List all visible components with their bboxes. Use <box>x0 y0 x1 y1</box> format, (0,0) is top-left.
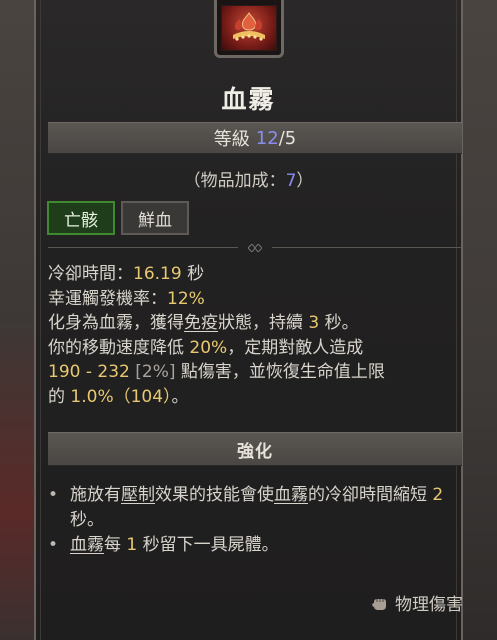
skill-description: 冷卻時間：16.19 秒 幸運觸發機率：12% 化身為血霧，獲得免疫狀態，持續 … <box>48 262 460 409</box>
list-item: • 施放有壓制效果的技能會使血霧的冷卻時間縮短 2 秒。 <box>48 485 444 530</box>
desc-line-3: 190 - 232 [2%] 點傷害，並恢復生命值上限 <box>48 362 385 382</box>
item-bonus-line: （物品加成：7） <box>183 171 314 191</box>
physical-damage-fist-icon <box>372 598 386 610</box>
tag-blood[interactable]: 鮮血 <box>121 201 189 235</box>
background-right-scenery <box>463 0 497 640</box>
enhancement-header: 強化 <box>48 432 462 466</box>
skill-level-bar: 等級 12 /5 <box>48 122 462 154</box>
desc-line-2: 你的移動速度降低 20%，定期對敵人造成 <box>48 337 364 358</box>
level-max: /5 <box>278 127 297 149</box>
damage-type-indicator: 物理傷害 <box>371 590 463 615</box>
blood-mist-skill-icon <box>214 0 284 58</box>
heal-value: 1.0%（104） <box>70 386 172 407</box>
level-label: 等級 <box>213 129 250 150</box>
level-current: 12 <box>255 127 279 149</box>
skill-title: 血霧 <box>221 85 276 114</box>
lucky-hit-line: 幸運觸發機率：12% <box>48 288 205 309</box>
section-divider <box>48 244 462 252</box>
list-item: • 血霧每 1 秒留下一具屍體。 <box>48 535 279 555</box>
blood-mist-icon <box>233 11 265 41</box>
tag-corpse[interactable]: 亡骸 <box>47 201 115 235</box>
divider-ornament-icon <box>248 244 262 252</box>
blood-mist-link[interactable]: 血霧 <box>274 485 308 505</box>
desc-line-1: 化身為血霧，獲得免疫狀態，持續 3 秒。 <box>48 313 359 333</box>
lucky-hit-value: 12% <box>167 288 205 309</box>
blood-mist-link[interactable]: 血霧 <box>70 535 104 555</box>
desc-line-4: 的 1.0%（104）。 <box>48 386 189 407</box>
immune-keyword[interactable]: 免疫 <box>184 313 218 333</box>
enhancement-list: • 施放有壓制效果的技能會使血霧的冷卻時間縮短 2 秒。 • 血霧每 1 秒留下… <box>48 483 460 558</box>
item-bonus-value: 7 <box>285 171 297 191</box>
cooldown-value: 16.19 <box>133 264 182 284</box>
damage-range: 190 - 232 <box>48 362 130 382</box>
overpower-keyword[interactable]: 壓制 <box>121 485 155 505</box>
damage-type-label: 物理傷害 <box>395 595 463 615</box>
background-left-scenery <box>0 0 34 640</box>
cooldown-line: 冷卻時間：16.19 秒 <box>48 264 205 284</box>
